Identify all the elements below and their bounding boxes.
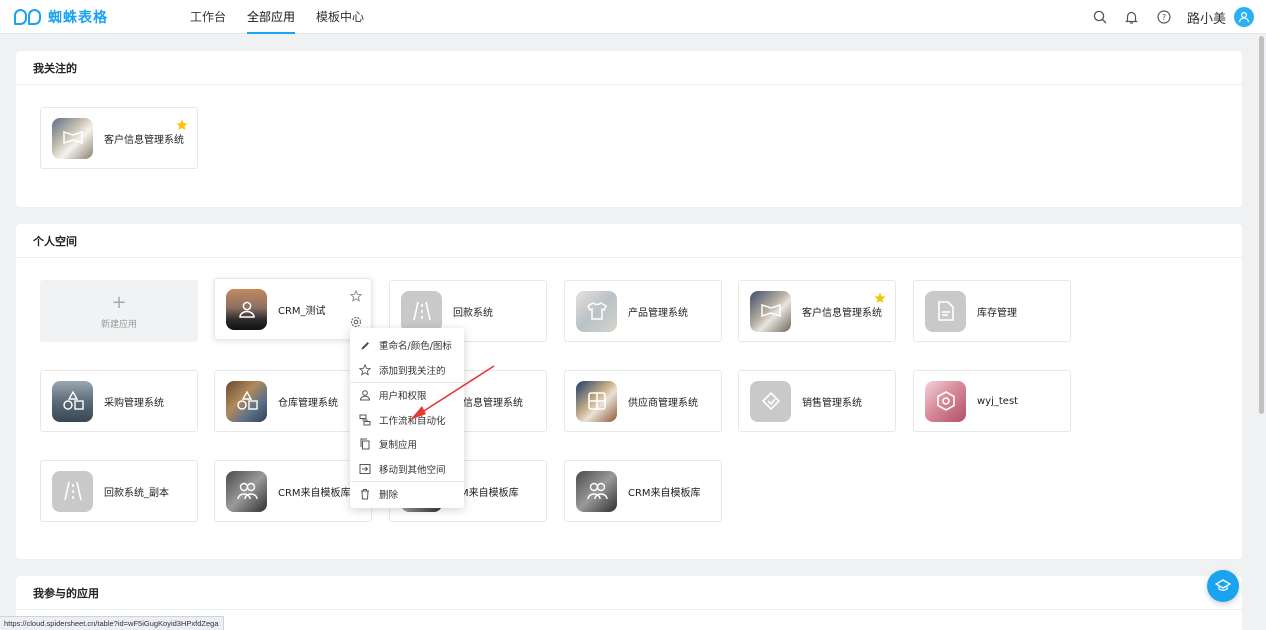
logo-icon xyxy=(14,8,42,26)
logo-text: 蜘蛛表格 xyxy=(48,10,108,26)
graduation-cap-icon xyxy=(1215,579,1231,591)
gear-icon[interactable] xyxy=(350,316,362,328)
svg-text:?: ? xyxy=(1162,13,1166,22)
section-title-favorites: 我关注的 xyxy=(16,51,1242,85)
menu-item-move-space[interactable]: 移动到其他空间 xyxy=(350,457,464,482)
app-thumbnail-shapes xyxy=(226,380,267,422)
pencil-icon xyxy=(359,339,371,351)
app-card-favorite[interactable]: 客户信息管理系统 xyxy=(40,107,198,169)
bell-icon[interactable] xyxy=(1123,8,1141,26)
app-name: 产品管理系统 xyxy=(628,307,688,319)
app-thumbnail-handshake xyxy=(52,117,93,159)
app-name: wyj_test xyxy=(977,395,1019,407)
user-permission-icon xyxy=(359,389,371,401)
new-app-button[interactable]: + 新建应用 xyxy=(40,280,198,342)
app-name: 销售管理系统 xyxy=(802,397,862,409)
app-thumbnail-hexagon xyxy=(925,380,966,422)
top-navigation-bar: 蜘蛛表格 工作台 全部应用 模板中心 ? 路小美 xyxy=(0,0,1266,34)
star-outline-icon xyxy=(359,363,371,376)
app-thumbnail-handshake xyxy=(750,290,791,332)
annotation-arrow xyxy=(410,365,495,420)
app-name: 供应商管理系统 xyxy=(628,397,698,409)
move-icon xyxy=(359,463,371,475)
app-name: 回款系统 xyxy=(453,307,493,319)
star-outline-icon[interactable] xyxy=(350,290,362,302)
app-card[interactable]: 供应商管理系统 xyxy=(564,370,722,432)
app-card[interactable]: 销售管理系统 xyxy=(738,370,896,432)
user-name[interactable]: 路小美 xyxy=(1187,8,1226,27)
menu-item-copy-app[interactable]: 复制应用 xyxy=(350,432,464,457)
app-card-crm-test[interactable]: CRM_测试 xyxy=(214,278,372,340)
app-thumbnail-people xyxy=(226,470,267,512)
nav-tab-template-center[interactable]: 模板中心 xyxy=(316,0,364,34)
app-name: 回款系统_副本 xyxy=(104,487,169,499)
search-icon[interactable] xyxy=(1091,8,1109,26)
copy-icon xyxy=(359,438,371,450)
favorites-section: 我关注的 客户信息管理系统 xyxy=(16,51,1242,207)
app-logo[interactable]: 蜘蛛表格 xyxy=(14,7,108,27)
app-card[interactable]: 客户信息管理系统 xyxy=(738,280,896,342)
main-nav: 工作台 全部应用 模板中心 xyxy=(190,0,364,34)
app-name: 客户信息管理系统 xyxy=(104,134,184,146)
workflow-icon xyxy=(359,414,371,426)
help-center-button[interactable] xyxy=(1207,570,1239,602)
section-title-participating: 我参与的应用 xyxy=(16,576,1242,610)
app-thumbnail-road xyxy=(52,470,93,512)
trash-icon xyxy=(359,488,371,500)
app-name: CRM_测试 xyxy=(278,305,326,317)
user-avatar-icon[interactable] xyxy=(1234,7,1254,27)
section-title-personal: 个人空间 xyxy=(16,224,1242,258)
star-filled-icon[interactable] xyxy=(176,119,188,131)
app-thumbnail-grid xyxy=(576,380,617,422)
app-thumbnail-tag xyxy=(750,380,791,422)
app-card[interactable]: 回款系统_副本 xyxy=(40,460,198,522)
app-card[interactable]: 库存管理 xyxy=(913,280,1071,342)
app-thumbnail-document xyxy=(925,290,966,332)
app-name: 采购管理系统 xyxy=(104,397,164,409)
app-thumbnail-shirt xyxy=(576,290,617,332)
new-app-label: 新建应用 xyxy=(100,320,137,330)
app-name: CRM来自模板库 xyxy=(278,487,351,499)
nav-tab-workbench[interactable]: 工作台 xyxy=(190,0,226,34)
help-circle-icon[interactable]: ? xyxy=(1155,8,1173,26)
menu-item-delete[interactable]: 删除 xyxy=(350,482,464,507)
menu-item-rename[interactable]: 重命名/颜色/图标 xyxy=(350,333,464,358)
status-bar-url: https://cloud.spidersheet.cn/table?id=wF… xyxy=(0,616,224,630)
app-name: 仓库管理系统 xyxy=(278,397,338,409)
app-thumbnail-people xyxy=(576,470,617,512)
scrollbar-thumb[interactable] xyxy=(1259,36,1264,414)
app-card[interactable]: CRM来自模板库 xyxy=(214,460,372,522)
app-name: 库存管理 xyxy=(977,307,1017,319)
header-actions: ? 路小美 xyxy=(1091,0,1254,34)
app-card[interactable]: 产品管理系统 xyxy=(564,280,722,342)
app-name: 客户信息管理系统 xyxy=(802,307,882,319)
app-card[interactable]: CRM来自模板库 xyxy=(564,460,722,522)
app-name: CRM来自模板库 xyxy=(628,487,701,499)
app-thumbnail-road xyxy=(401,290,442,332)
star-filled-icon[interactable] xyxy=(874,292,886,304)
app-card[interactable]: wyj_test xyxy=(913,370,1071,432)
personal-space-section: 个人空间 + 新建应用 CRM_测试 回款系统 产品管理系统 客户信息管理系统 xyxy=(16,224,1242,559)
app-card[interactable]: 采购管理系统 xyxy=(40,370,198,432)
plus-icon: + xyxy=(111,292,127,313)
app-thumbnail-shapes xyxy=(52,380,93,422)
app-card[interactable]: 仓库管理系统 xyxy=(214,370,372,432)
nav-tab-all-apps[interactable]: 全部应用 xyxy=(247,0,296,34)
app-thumbnail-user xyxy=(226,288,267,330)
